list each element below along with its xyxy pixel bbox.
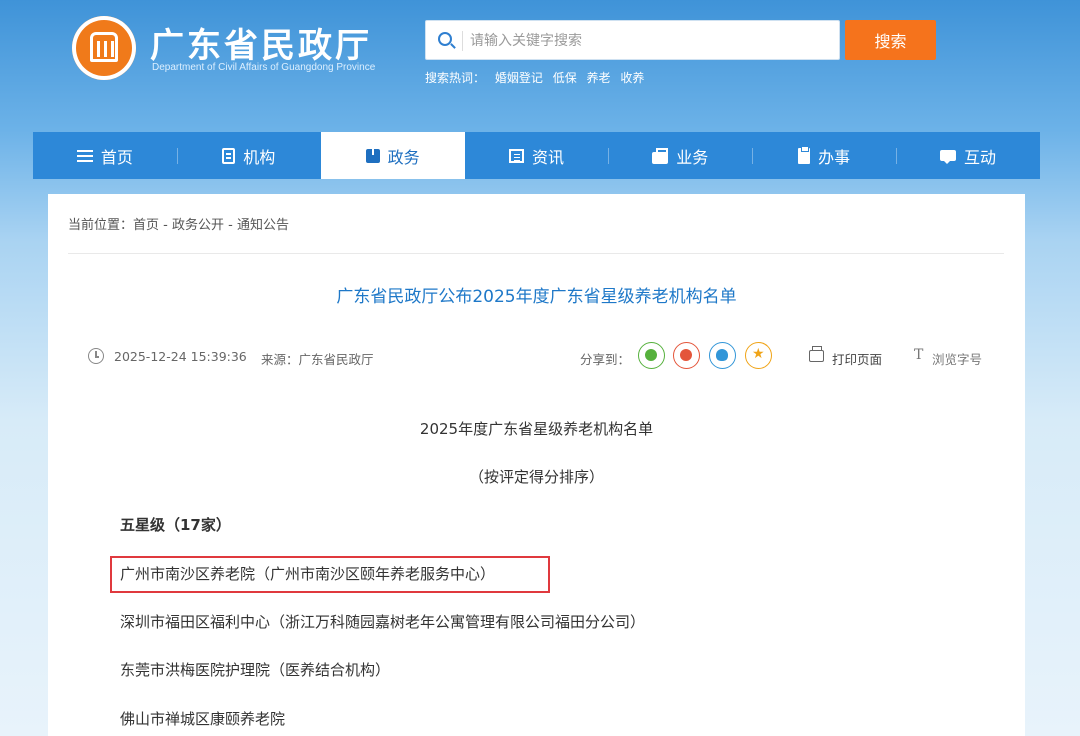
font-size-link[interactable]: 浏览字号	[932, 349, 982, 368]
clock-icon	[88, 348, 104, 364]
publish-date: 2025-12-24 15:39:36	[114, 349, 247, 364]
qq-icon	[716, 349, 728, 361]
nav-item-label: 业务	[676, 147, 709, 167]
search-icon	[438, 32, 452, 46]
book-icon	[365, 148, 380, 163]
list-item: 佛山市禅城区康颐养老院	[120, 710, 286, 728]
chat-icon	[939, 150, 956, 164]
hot-words: 搜索热词： 婚姻登记 低保 养老 收养	[425, 69, 650, 86]
search-box	[425, 20, 840, 60]
nav-item-label: 互动	[963, 147, 996, 167]
nav-item-government-affairs[interactable]: 政务	[320, 132, 465, 179]
nav-item-label: 首页	[100, 147, 133, 167]
nav-item-news[interactable]: 资讯	[465, 132, 609, 179]
search-divider	[462, 31, 463, 51]
share-wechat-button[interactable]	[638, 342, 665, 369]
hot-word-link[interactable]: 低保	[553, 71, 577, 85]
nav-item-label: 办事	[818, 147, 851, 167]
nav-item-business[interactable]: 业务	[608, 132, 752, 179]
nav-item-label: 资讯	[531, 147, 564, 167]
search-button[interactable]: 搜索	[845, 20, 936, 60]
site-title[interactable]: 广东省民政厅	[150, 18, 372, 67]
site-subtitle: Department of Civil Affairs of Guangdong…	[152, 62, 376, 73]
document-heading: 2025年度广东省星级养老机构名单	[419, 420, 654, 438]
share-weibo-button[interactable]	[673, 342, 700, 369]
breadcrumb-gov-open[interactable]: 政务公开	[172, 218, 224, 233]
article-source: 来源：广东省民政厅	[261, 352, 374, 367]
weibo-icon	[680, 349, 692, 361]
document-subheading: （按评定得分排序）	[468, 468, 604, 486]
content-panel: 当前位置：首页 - 政务公开 - 通知公告 广东省民政厅公布2025年度广东省星…	[48, 194, 1025, 736]
breadcrumb-home[interactable]: 首页	[133, 218, 159, 233]
document-icon	[222, 147, 236, 164]
section-heading-five-star: 五星级（17家）	[120, 516, 231, 534]
hot-word-link[interactable]: 收养	[620, 71, 644, 85]
share-label: 分享到：	[580, 352, 631, 367]
list-icon	[76, 148, 93, 164]
clipboard-icon	[798, 145, 811, 164]
list-item: 东莞市洪梅医院护理院（医养结合机构）	[120, 661, 391, 679]
share-qq-button[interactable]	[709, 342, 736, 369]
breadcrumb: 当前位置：首页 - 政务公开 - 通知公告	[68, 214, 289, 233]
list-item: 深圳市福田区福利中心（浙江万科随园嘉树老年公寓管理有限公司福田分公司）	[120, 613, 646, 631]
breadcrumb-prefix: 当前位置：	[68, 218, 134, 233]
nav-item-interaction[interactable]: 互动	[896, 132, 1040, 179]
nav-item-label: 政务	[387, 147, 420, 167]
nav-item-organization[interactable]: 机构	[176, 132, 321, 179]
news-icon	[508, 148, 524, 163]
site-logo[interactable]	[72, 16, 136, 80]
main-nav: 首页 机构 政务 资讯 业务 办事 互动	[33, 132, 1040, 179]
printer-icon[interactable]	[809, 346, 824, 362]
hot-word-link[interactable]: 婚姻登记	[495, 71, 543, 85]
share-favorite-button[interactable]: ★	[745, 342, 772, 369]
hot-word-link[interactable]: 养老	[587, 71, 611, 85]
print-page-link[interactable]: 打印页面	[832, 349, 882, 368]
star-icon: ★	[752, 346, 765, 362]
search-input[interactable]	[470, 27, 830, 55]
breadcrumb-separator: -	[224, 218, 237, 233]
briefcase-icon	[652, 147, 669, 164]
breadcrumb-notices[interactable]: 通知公告	[237, 218, 289, 233]
wechat-icon	[645, 349, 657, 361]
font-size-icon[interactable]: T	[914, 347, 923, 363]
article-title: 广东省民政厅公布2025年度广东省星级养老机构名单	[336, 287, 737, 307]
nav-item-home[interactable]: 首页	[33, 132, 177, 179]
nav-item-services[interactable]: 办事	[752, 132, 896, 179]
divider	[68, 253, 1004, 254]
nav-item-label: 机构	[243, 147, 276, 167]
hot-words-label: 搜索热词：	[425, 71, 486, 85]
breadcrumb-separator: -	[159, 218, 172, 233]
list-item: 广州市南沙区养老院（广州市南沙区颐年养老服务中心）	[120, 565, 496, 583]
article-meta: 2025-12-24 15:39:36 来源：广东省民政厅 分享到： ★ 打印页…	[88, 342, 998, 372]
